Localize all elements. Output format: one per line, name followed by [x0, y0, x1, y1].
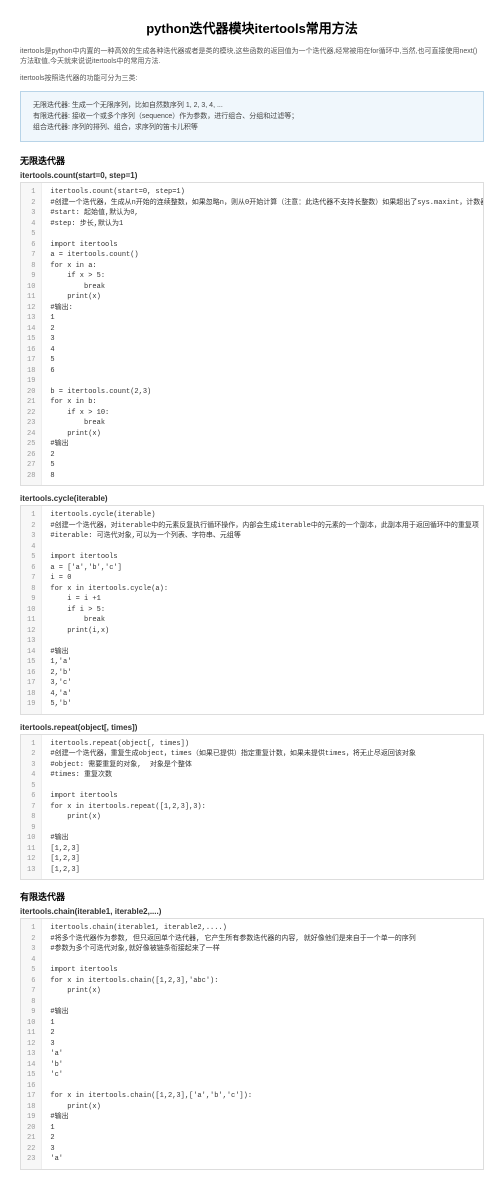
info-line: 无限迭代器: 生成一个无限序列，比如自然数序列 1, 2, 3, 4, ... [33, 100, 471, 111]
code-content: itertools.chain(iterable1, iterable2,...… [42, 919, 483, 1169]
code-content: itertools.count(start=0, step=1) #创建一个迭代… [42, 183, 483, 485]
code-block-repeat: 1 2 3 4 5 6 7 8 9 10 11 12 13 itertools.… [20, 734, 484, 881]
section-chain-sub: itertools.chain(iterable1, iterable2,...… [20, 907, 484, 916]
info-line: 组合迭代器: 序列的排列、组合，求序列的笛卡儿积等 [33, 122, 471, 133]
line-numbers: 1 2 3 4 5 6 7 8 9 10 11 12 13 14 15 16 1… [21, 183, 42, 485]
code-block-cycle: 1 2 3 4 5 6 7 8 9 10 11 12 13 14 15 16 1… [20, 505, 484, 715]
section-finite-title: 有限迭代器 [20, 890, 484, 903]
info-line: 有限迭代器: 接收一个或多个序列（sequence）作为参数，进行组合、分组和过… [33, 111, 471, 122]
line-numbers: 1 2 3 4 5 6 7 8 9 10 11 12 13 14 15 16 1… [21, 919, 42, 1169]
code-content: itertools.repeat(object[, times]) #创建一个迭… [42, 735, 483, 880]
intro-text: itertools是python中内置的一种高效的生成各种迭代器或者是类的模块,… [20, 47, 484, 67]
line-numbers: 1 2 3 4 5 6 7 8 9 10 11 12 13 14 15 16 1… [21, 506, 42, 714]
category-info-box: 无限迭代器: 生成一个无限序列，比如自然数序列 1, 2, 3, 4, ... … [20, 91, 484, 143]
code-content: itertools.cycle(iterable) #创建一个迭代器，对iter… [42, 506, 483, 714]
section-count-sub: itertools.count(start=0, step=1) [20, 171, 484, 180]
section-cycle-sub: itertools.cycle(iterable) [20, 494, 484, 503]
section-repeat-sub: itertools.repeat(object[, times]) [20, 723, 484, 732]
sub-intro-text: itertools按照迭代器的功能可分为三类: [20, 73, 484, 83]
section-infinite-title: 无限迭代器 [20, 154, 484, 167]
line-numbers: 1 2 3 4 5 6 7 8 9 10 11 12 13 [21, 735, 42, 880]
code-block-chain: 1 2 3 4 5 6 7 8 9 10 11 12 13 14 15 16 1… [20, 918, 484, 1170]
page-title: python迭代器模块itertools常用方法 [20, 18, 484, 37]
code-block-count: 1 2 3 4 5 6 7 8 9 10 11 12 13 14 15 16 1… [20, 182, 484, 486]
